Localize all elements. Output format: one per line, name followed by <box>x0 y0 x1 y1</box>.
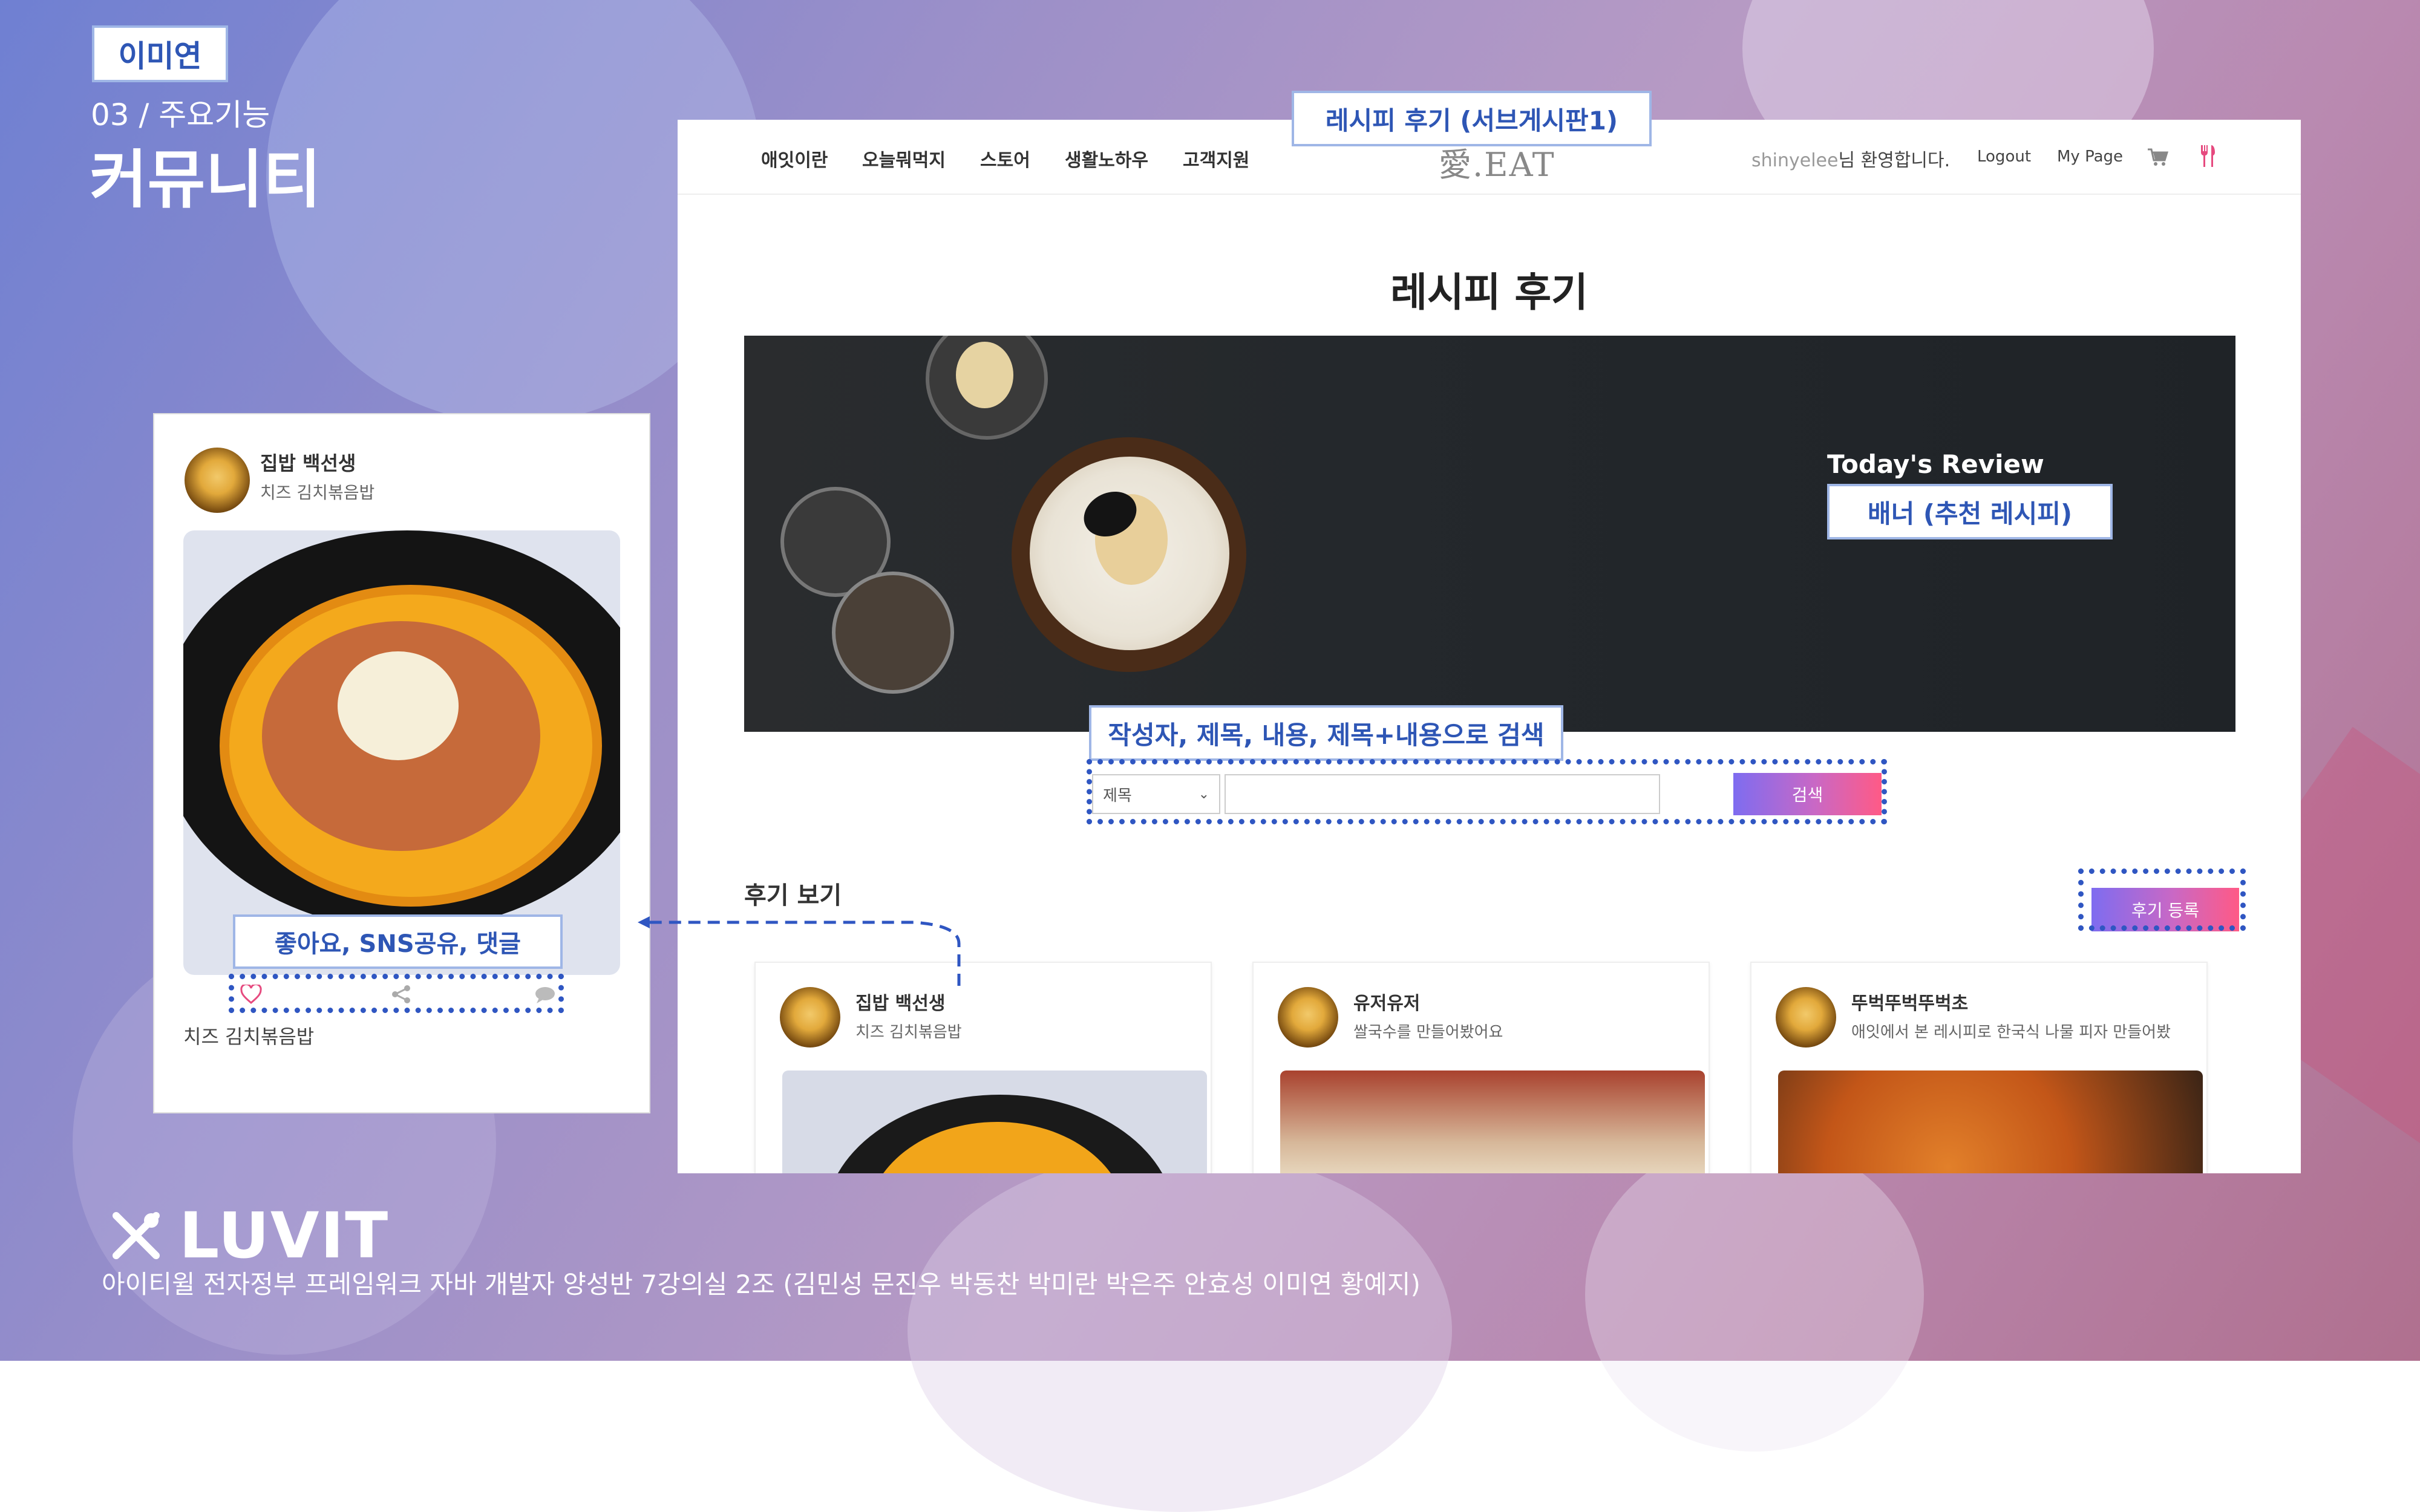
review-card[interactable]: 유저유저 쌀국수를 만들어봤어요 <box>1252 962 1710 1173</box>
nav-item-support[interactable]: 고객지원 <box>1183 145 1249 172</box>
nav-item-today[interactable]: 오늘뭐먹지 <box>862 145 946 172</box>
card-subtitle: 쌀국수를 만들어봤어요 <box>1353 1023 1503 1041</box>
avatar <box>1776 987 1836 1048</box>
brand-name: LUVIT <box>179 1199 390 1272</box>
utensils-cross-icon <box>113 1212 160 1259</box>
logout-link[interactable]: Logout <box>1977 148 2031 166</box>
nav-item-tips[interactable]: 생활노하우 <box>1065 145 1148 172</box>
highlight-register <box>2078 868 2246 931</box>
callout-actions: 좋아요, SNS공유, 댓글 <box>233 914 563 969</box>
slide-heading: 커뮤니티 <box>90 143 321 217</box>
nav-item-about[interactable]: 애잇이란 <box>761 145 828 172</box>
banner-bowl-2 <box>832 572 954 694</box>
banner-caption: Today's Review <box>1827 449 2044 479</box>
avatar <box>1278 987 1338 1048</box>
cart-icon[interactable] <box>2147 148 2170 166</box>
detail-author: 집밥 백선생 <box>260 452 356 475</box>
user-id: shinyelee <box>1751 150 1839 171</box>
author-tag-label: 이미연 <box>118 39 202 74</box>
bg-cup-bottom-right <box>1585 1137 1924 1452</box>
author-tag: 이미연 <box>92 25 228 82</box>
utensils-icon[interactable] <box>2199 144 2217 168</box>
callout-page: 레시피 후기 (서브게시판1) <box>1292 91 1652 146</box>
card-thumbnail <box>1778 1070 2203 1173</box>
list-heading: 후기 보기 <box>744 882 842 910</box>
detail-cheese <box>338 651 459 760</box>
welcome-text: shinyelee님 환영합니다. <box>1751 145 1950 172</box>
callout-search: 작성자, 제목, 내용, 제목+내용으로 검색 <box>1089 705 1563 761</box>
detail-caption: 치즈 김치볶음밥 <box>183 1025 315 1048</box>
card-subtitle: 애잇에서 본 레시피로 한국식 나물 피자 만들어봤 <box>1851 1023 2171 1041</box>
card-author: 집밥 백선생 <box>855 993 946 1014</box>
card-author: 뚜벅뚜벅뚜벅초 <box>1851 993 1969 1014</box>
nav-item-store[interactable]: 스토어 <box>980 145 1030 172</box>
browser-screenshot: 애잇이란 오늘뭐먹지 스토어 생활노하우 고객지원 愛.EAT shinyele… <box>678 120 2301 1173</box>
mypage-link[interactable]: My Page <box>2057 148 2123 166</box>
card-thumbnail <box>1280 1070 1705 1173</box>
nav-divider <box>678 194 2301 195</box>
detail-image <box>183 530 620 975</box>
avatar <box>185 448 250 513</box>
highlight-search <box>1087 759 1887 824</box>
detail-subtitle: 치즈 김치볶음밥 <box>260 483 375 503</box>
card-thumbnail <box>782 1070 1207 1173</box>
connector-arrow <box>638 916 961 986</box>
brand-logo: LUVIT <box>109 1199 389 1272</box>
avatar <box>780 987 840 1048</box>
highlight-actions <box>229 974 564 1013</box>
credits-text: 아이티윌 전자정부 프레임워크 자바 개발자 양성반 7강의실 2조 (김민성 … <box>102 1269 1421 1299</box>
callout-banner: 배너 (추천 레시피) <box>1827 484 2113 539</box>
page-title: 레시피 후기 <box>1390 269 1588 316</box>
welcome-suffix: 님 환영합니다. <box>1838 150 1951 171</box>
card-author: 유저유저 <box>1353 993 1421 1014</box>
card-subtitle: 치즈 김치볶음밥 <box>855 1023 962 1041</box>
banner-egg <box>956 342 1013 408</box>
review-card[interactable]: 뚜벅뚜벅뚜벅초 애잇에서 본 레시피로 한국식 나물 피자 만들어봤 <box>1750 962 2208 1173</box>
review-card[interactable]: 집밥 백선생 치즈 김치볶음밥 <box>754 962 1212 1173</box>
bg-bowl-bottom <box>908 1149 1452 1512</box>
